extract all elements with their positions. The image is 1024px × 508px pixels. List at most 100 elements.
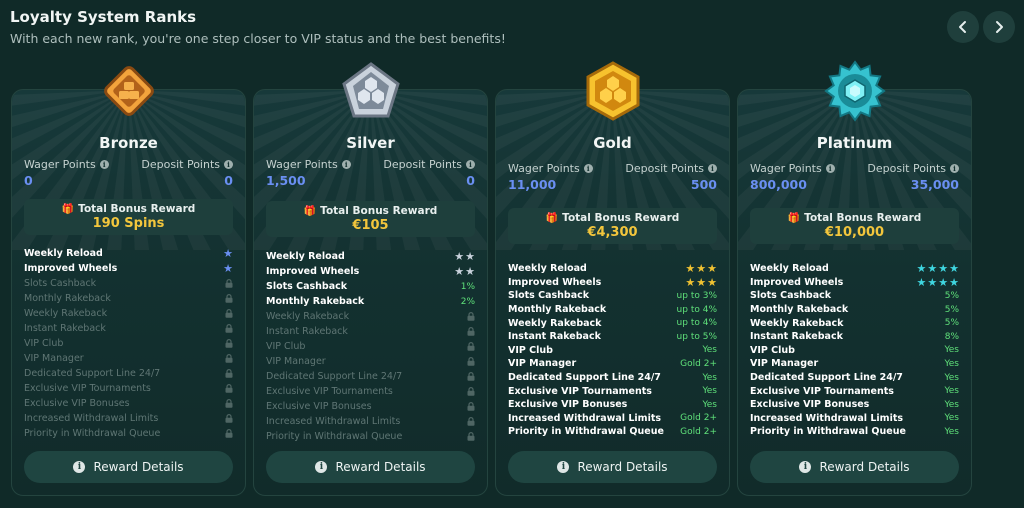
benefit-name: Priority in Withdrawal Queue bbox=[24, 428, 161, 439]
benefit-name: Exclusive VIP Tournaments bbox=[750, 385, 894, 397]
benefit-row: Instant Rakeback bbox=[24, 321, 233, 336]
rank-name: Gold bbox=[593, 134, 632, 152]
benefit-row: Exclusive VIP Bonuses bbox=[266, 399, 475, 414]
info-icon[interactable]: i bbox=[341, 160, 351, 169]
info-icon: i bbox=[73, 461, 86, 473]
points-labels: Wager Points i Deposit Points i bbox=[24, 158, 233, 171]
lock-icon bbox=[225, 339, 233, 348]
benefit-value: up to 4% bbox=[676, 318, 717, 329]
benefit-row: Exclusive VIP Bonuses Yes bbox=[508, 398, 717, 412]
benefit-name: Instant Rakeback bbox=[750, 331, 843, 343]
benefit-value: 1% bbox=[460, 281, 475, 292]
reward-details-label: Reward Details bbox=[335, 460, 426, 474]
benefit-row: Exclusive VIP Bonuses bbox=[24, 396, 233, 411]
info-icon[interactable]: i bbox=[466, 160, 475, 169]
info-icon[interactable]: i bbox=[825, 164, 835, 173]
benefit-row: VIP Club bbox=[24, 336, 233, 351]
benefit-name: Increased Withdrawal Limits bbox=[508, 412, 662, 424]
points-labels: Wager Points i Deposit Points i bbox=[266, 158, 475, 171]
benefit-value: 5% bbox=[944, 318, 959, 329]
wager-points-value: 1,500 bbox=[266, 173, 306, 188]
benefit-row: Instant Rakeback bbox=[266, 324, 475, 339]
star-icon: ★ bbox=[927, 275, 938, 289]
benefit-value: Yes bbox=[944, 372, 959, 383]
benefit-name: Weekly Reload bbox=[24, 248, 103, 259]
points-values: 1,500 0 bbox=[266, 173, 475, 188]
benefit-row: Increased Withdrawal Limits Gold 2+ bbox=[508, 412, 717, 426]
benefit-name: VIP Manager bbox=[508, 358, 577, 370]
benefit-name: Instant Rakeback bbox=[266, 326, 348, 337]
star-icon: ★ bbox=[454, 265, 465, 278]
lock-icon bbox=[225, 324, 233, 333]
page-title: Loyalty System Ranks bbox=[10, 8, 197, 26]
benefit-value: up to 3% bbox=[676, 290, 717, 301]
info-icon[interactable]: i bbox=[708, 164, 717, 173]
benefit-name: Monthly Rakeback bbox=[750, 304, 849, 316]
deposit-points-label: Deposit Points bbox=[383, 158, 462, 171]
benefits-list: Weekly Reload ★ ★ ★ Improved Wheels ★ ★ ★ Slot… bbox=[508, 262, 717, 439]
info-icon[interactable]: i bbox=[583, 164, 593, 173]
benefit-row: Weekly Reload ★ ★ bbox=[266, 249, 475, 264]
points-values: 11,000 500 bbox=[508, 177, 717, 192]
star-icon: ★ bbox=[938, 275, 949, 289]
benefit-row: Slots Cashback 5% bbox=[750, 289, 959, 303]
reward-details-button[interactable]: i Reward Details bbox=[508, 451, 717, 483]
benefit-row: Instant Rakeback up to 5% bbox=[508, 330, 717, 344]
benefit-row: Monthly Rakeback bbox=[24, 291, 233, 306]
benefit-name: Dedicated Support Line 24/7 bbox=[266, 371, 403, 382]
benefit-row: Exclusive VIP Tournaments bbox=[266, 384, 475, 399]
info-icon[interactable]: i bbox=[224, 160, 233, 169]
benefit-row: Improved Wheels ★ bbox=[24, 261, 233, 276]
benefit-value: up to 4% bbox=[676, 304, 717, 315]
prev-button[interactable] bbox=[947, 11, 979, 43]
benefit-name: Dedicated Support Line 24/7 bbox=[508, 372, 661, 384]
lock-icon bbox=[225, 294, 233, 303]
silver-badge-icon bbox=[341, 62, 400, 118]
benefit-row: Weekly Reload ★ bbox=[24, 246, 233, 261]
reward-details-button[interactable]: i Reward Details bbox=[24, 451, 233, 483]
lock-icon bbox=[225, 399, 233, 408]
total-bonus-reward-box: 🎁 Total Bonus Reward €10,000 bbox=[750, 208, 959, 244]
points-values: 800,000 35,000 bbox=[750, 177, 959, 192]
lock-icon bbox=[467, 342, 475, 351]
benefit-name: Weekly Reload bbox=[266, 251, 345, 262]
benefit-name: Priority in Withdrawal Queue bbox=[750, 426, 906, 438]
benefit-row: VIP Club Yes bbox=[750, 344, 959, 358]
lock-icon bbox=[467, 327, 475, 336]
rank-card-silver: Silver Wager Points i Deposit Points i 1,5… bbox=[253, 62, 488, 496]
benefit-stars: ★ ★ bbox=[454, 251, 475, 262]
reward-details-button[interactable]: i Reward Details bbox=[750, 451, 959, 483]
rank-card-platinum: Platinum Wager Points i Deposit Points i 8… bbox=[737, 60, 972, 496]
gift-icon: 🎁 bbox=[61, 203, 75, 215]
total-bonus-reward-label: Total Bonus Reward bbox=[562, 212, 680, 224]
total-bonus-reward-box: 🎁 Total Bonus Reward 190 Spins bbox=[24, 199, 233, 235]
benefit-row: Weekly Reload ★ ★ ★ bbox=[508, 262, 717, 276]
benefit-row: Improved Wheels ★ ★ bbox=[266, 264, 475, 279]
star-icon: ★ bbox=[465, 250, 475, 263]
benefit-name: Increased Withdrawal Limits bbox=[266, 416, 401, 427]
reward-details-button[interactable]: i Reward Details bbox=[266, 451, 475, 483]
benefit-value: Yes bbox=[702, 399, 717, 410]
lock-icon bbox=[225, 309, 233, 318]
deposit-points-label: Deposit Points bbox=[867, 162, 946, 175]
info-icon[interactable]: i bbox=[99, 160, 109, 169]
benefit-row: Weekly Rakeback bbox=[266, 309, 475, 324]
benefit-row: Increased Withdrawal Limits bbox=[24, 411, 233, 426]
rank-card-gold: Gold Wager Points i Deposit Points i 11,00… bbox=[495, 61, 730, 496]
total-bonus-reward-value: 190 Spins bbox=[92, 216, 165, 231]
wager-points-label: Wager Points bbox=[24, 158, 96, 171]
info-icon[interactable]: i bbox=[950, 164, 959, 173]
benefit-name: VIP Manager bbox=[24, 353, 84, 364]
benefit-name: Increased Withdrawal Limits bbox=[24, 413, 159, 424]
benefit-stars: ★ ★ ★ ★ bbox=[917, 277, 960, 288]
info-icon: i bbox=[315, 461, 328, 473]
benefit-name: Slots Cashback bbox=[508, 290, 590, 302]
benefit-name: Slots Cashback bbox=[750, 290, 832, 302]
wager-points-label: Wager Points bbox=[266, 158, 338, 171]
wager-points-value: 800,000 bbox=[750, 177, 807, 192]
next-button[interactable] bbox=[983, 11, 1015, 43]
lock-icon bbox=[225, 429, 233, 438]
points-values: 0 0 bbox=[24, 173, 233, 188]
deposit-points-value: 500 bbox=[690, 177, 717, 192]
benefit-name: Monthly Rakeback bbox=[24, 293, 111, 304]
